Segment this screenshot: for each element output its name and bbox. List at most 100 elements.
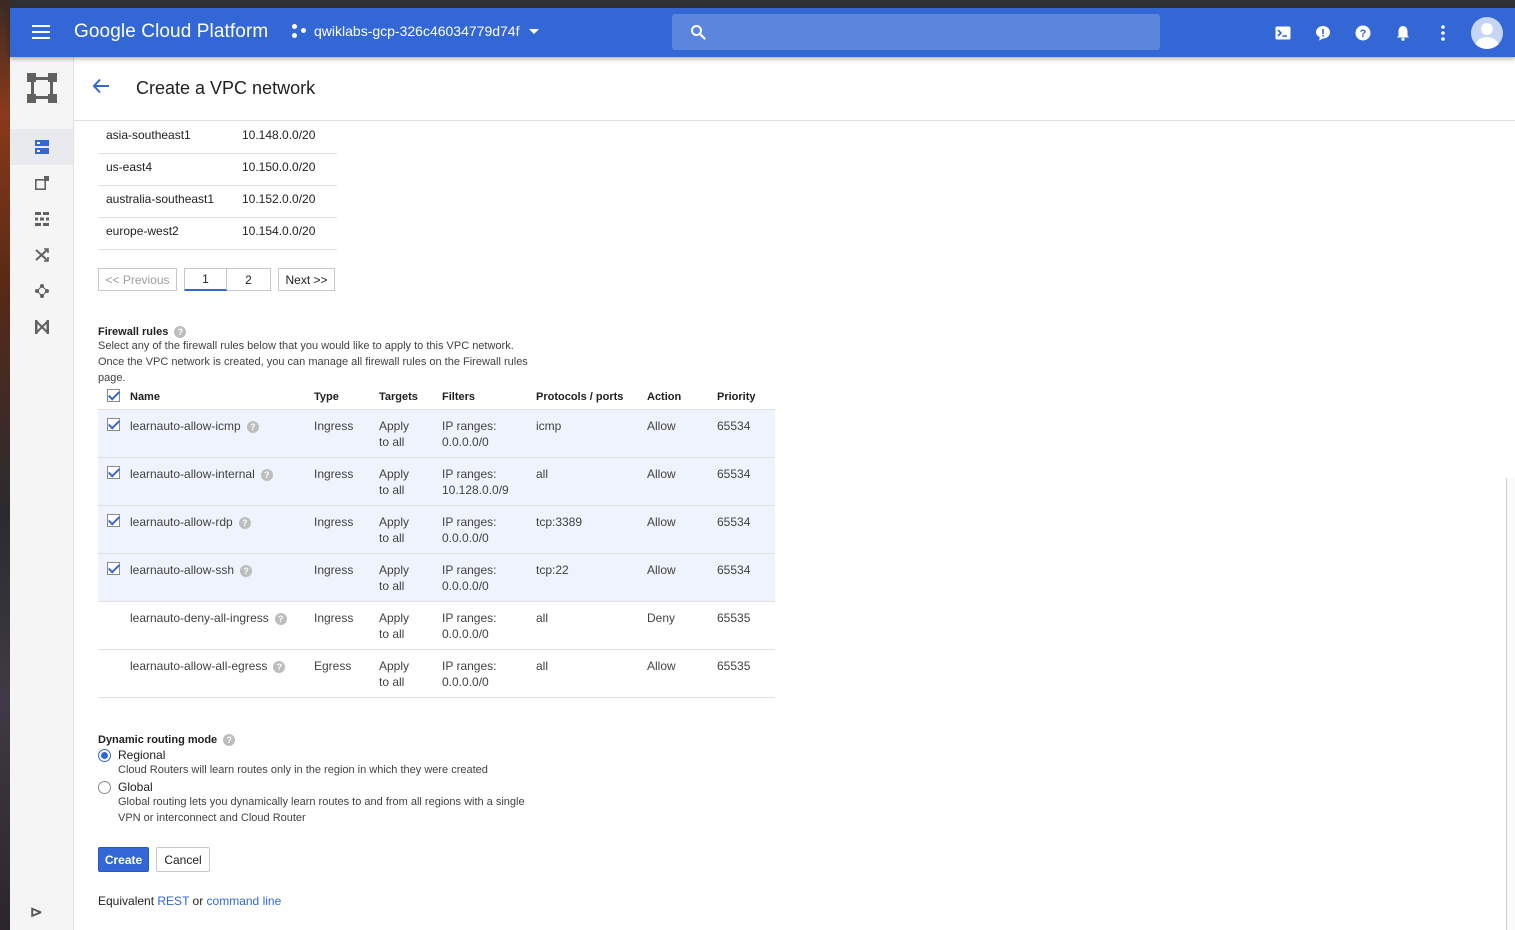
top-bar: Google Cloud Platform qwiklabs-gcp-326c4… (10, 8, 1515, 57)
table-row[interactable]: learnauto-deny-all-ingress? Ingress Appl… (98, 602, 775, 650)
rule-filters: IP ranges: 0.0.0.0/0 (442, 611, 497, 641)
column-header-priority[interactable]: Priority (717, 391, 756, 403)
column-header-type[interactable]: Type (314, 391, 339, 403)
more-vert-icon[interactable] (1423, 13, 1463, 53)
rule-targets: Apply to all (379, 659, 410, 689)
project-selector[interactable]: qwiklabs-gcp-326c46034779d74f (292, 23, 540, 39)
row-checkbox[interactable] (107, 562, 120, 575)
help-icon[interactable]: ? (246, 420, 259, 433)
nav-external-ip[interactable] (10, 165, 73, 201)
help-icon[interactable]: ? (223, 734, 236, 747)
collapse-nav-icon[interactable]: ⊳ (30, 903, 43, 921)
rule-name: learnauto-allow-internal? (130, 466, 273, 482)
rule-targets: Apply to all (379, 515, 410, 545)
rule-priority: 65534 (717, 419, 751, 433)
rule-type: Ingress (314, 467, 354, 481)
search-input[interactable] (672, 14, 1160, 50)
page-1-button[interactable]: 1 (184, 268, 227, 291)
side-nav: ⊳ (10, 57, 74, 930)
rule-action: Allow (647, 515, 676, 529)
regional-radio[interactable] (98, 749, 111, 762)
routes-icon (34, 248, 49, 262)
page-title: Create a VPC network (136, 78, 316, 98)
next-page-button[interactable]: Next >> (278, 268, 335, 291)
help-icon[interactable]: ? (274, 612, 287, 625)
help-icon[interactable]: ? (260, 468, 273, 481)
rule-type: Ingress (314, 419, 354, 433)
subnet-ip-range: 10.150.0.0/20 (242, 160, 316, 174)
rule-action: Allow (647, 659, 676, 673)
desktop-wallpaper-edge (0, 0, 10, 930)
row-checkbox[interactable] (107, 466, 120, 479)
table-row[interactable]: learnauto-allow-rdp? Ingress Apply to all… (98, 506, 775, 554)
help-icon[interactable]: ? (240, 564, 253, 577)
feedback-icon[interactable] (1303, 13, 1343, 53)
regional-label[interactable]: Regional (118, 748, 165, 762)
nav-firewall-rules[interactable] (10, 201, 73, 237)
rule-protocols: all (536, 611, 549, 625)
column-header-targets[interactable]: Targets (379, 391, 418, 403)
global-label[interactable]: Global (118, 780, 153, 794)
select-all-checkbox[interactable] (107, 389, 120, 402)
nav-routes[interactable] (10, 237, 73, 273)
global-radio[interactable] (98, 781, 111, 794)
help-icon[interactable]: ? (174, 326, 187, 339)
nav-vpc-networks[interactable] (10, 129, 73, 165)
help-icon[interactable]: ? (1343, 13, 1383, 53)
subnet-ip-range: 10.148.0.0/20 (242, 128, 316, 142)
firewall-rules-table: Name Type Targets Filters Protocols / po… (98, 386, 775, 698)
rule-name: learnauto-allow-all-egress? (130, 658, 286, 674)
previous-page-button[interactable]: << Previous (98, 268, 177, 291)
help-icon[interactable]: ? (238, 516, 251, 529)
menu-icon[interactable] (30, 22, 52, 42)
nav-vpc-peering[interactable] (10, 273, 73, 309)
subnet-region: us-east4 (106, 160, 153, 174)
table-row[interactable]: learnauto-allow-ssh? Ingress Apply to all… (98, 554, 775, 602)
rule-filters: IP ranges: 0.0.0.0/0 (442, 659, 497, 689)
rule-action: Allow (647, 563, 676, 577)
scrollbar[interactable] (1506, 478, 1515, 930)
regional-description: Cloud Routers will learn routes only in … (118, 764, 488, 776)
column-header-name[interactable]: Name (130, 391, 160, 403)
rule-type: Ingress (314, 563, 354, 577)
firewall-description: Select any of the firewall rules below t… (98, 340, 528, 384)
row-checkbox[interactable] (107, 418, 120, 431)
notifications-icon[interactable] (1383, 13, 1423, 53)
command-line-link[interactable]: command line (207, 894, 282, 908)
rest-link[interactable]: REST (157, 894, 189, 908)
cancel-button[interactable]: Cancel (156, 847, 210, 872)
rule-protocols: icmp (536, 419, 562, 433)
column-header-filters[interactable]: Filters (442, 391, 475, 403)
vpc-networks-icon (34, 140, 49, 154)
rule-type: Ingress (314, 611, 354, 625)
rule-filters: IP ranges: 0.0.0.0/0 (442, 515, 497, 545)
back-arrow-icon[interactable] (92, 77, 110, 95)
external-ip-icon (34, 176, 49, 190)
rule-priority: 65535 (717, 611, 751, 625)
create-button[interactable]: Create (98, 847, 149, 872)
column-header-protocols[interactable]: Protocols / ports (536, 391, 623, 403)
rule-priority: 65535 (717, 659, 751, 673)
subnet-region: asia-southeast1 (106, 128, 191, 142)
rule-priority: 65534 (717, 563, 751, 577)
cloud-shell-icon[interactable] (1263, 13, 1303, 53)
vpc-peering-icon (34, 284, 49, 298)
rule-type: Egress (314, 659, 352, 673)
table-row[interactable]: learnauto-allow-icmp? Ingress Apply to al… (98, 410, 775, 458)
page-2-button[interactable]: 2 (227, 268, 271, 291)
help-icon[interactable]: ? (273, 660, 286, 673)
nav-shared-vpc[interactable] (10, 309, 73, 345)
rule-name: learnauto-allow-rdp? (130, 514, 251, 530)
brand-title[interactable]: Google Cloud Platform (74, 21, 268, 43)
row-checkbox[interactable] (107, 514, 120, 527)
rule-targets: Apply to all (379, 563, 410, 593)
rule-targets: Apply to all (379, 419, 410, 449)
account-avatar-icon[interactable] (1471, 16, 1503, 49)
dynamic-routing-label: Dynamic routing mode? (98, 734, 236, 747)
rule-action: Deny (647, 611, 676, 625)
rule-type: Ingress (314, 515, 354, 529)
table-row[interactable]: learnauto-allow-internal? Ingress Apply t… (98, 458, 775, 506)
subnet-pager: << Previous 1 2 Next >> (98, 268, 335, 291)
table-row[interactable]: learnauto-allow-all-egress? Egress Apply… (98, 650, 775, 698)
column-header-action[interactable]: Action (647, 391, 681, 403)
